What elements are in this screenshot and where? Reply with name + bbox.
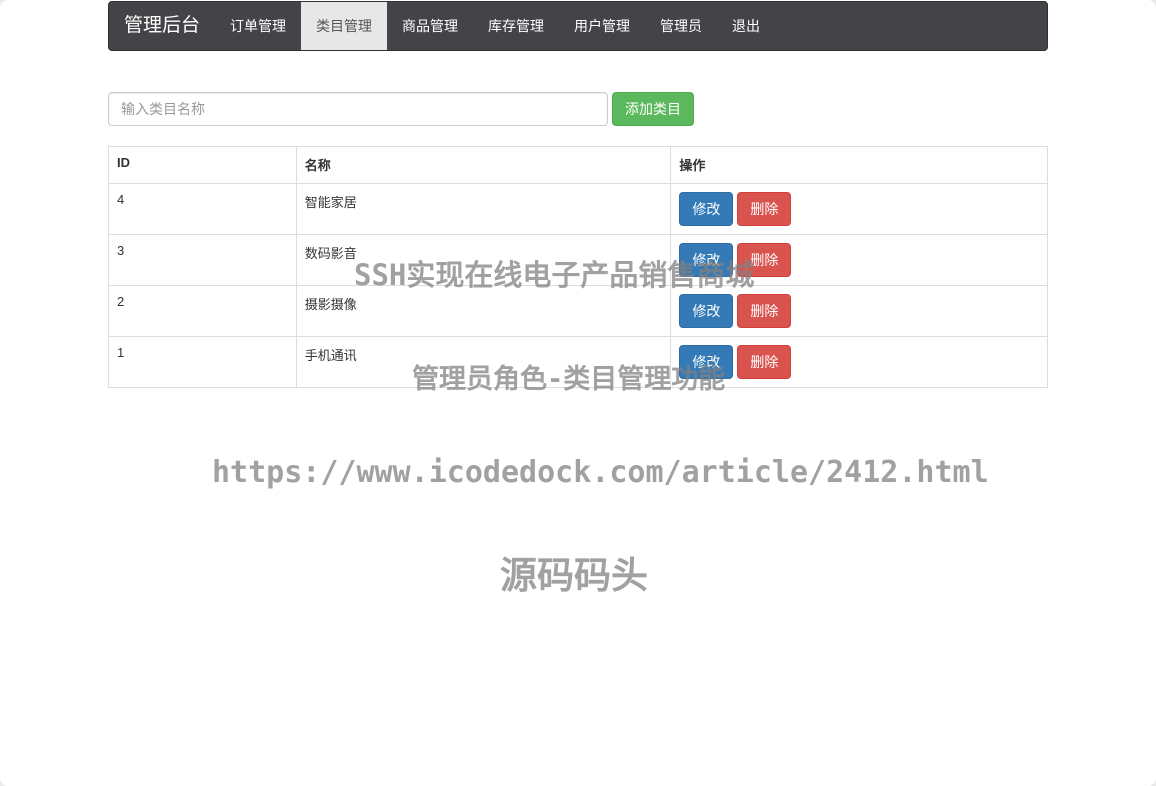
add-category-button[interactable]: 添加类目 <box>612 92 694 126</box>
add-category-form: 添加类目 <box>108 92 694 126</box>
nav-item-inventory[interactable]: 库存管理 <box>473 2 559 50</box>
edit-button[interactable]: 修改 <box>679 192 733 226</box>
table-row: 1 手机通讯 修改删除 <box>109 337 1048 388</box>
table-header-row: ID 名称 操作 <box>109 147 1048 184</box>
nav-item-admins[interactable]: 管理员 <box>645 2 717 50</box>
nav-item-orders[interactable]: 订单管理 <box>215 2 301 50</box>
cell-name: 手机通讯 <box>296 337 671 388</box>
cell-id: 2 <box>109 286 297 337</box>
delete-button[interactable]: 删除 <box>737 294 791 328</box>
top-navbar: 管理后台 订单管理 类目管理 商品管理 库存管理 用户管理 管理员 退出 <box>108 1 1048 51</box>
page: 管理后台 订单管理 类目管理 商品管理 库存管理 用户管理 管理员 退出 添加类… <box>0 0 1156 786</box>
cell-name: 摄影摄像 <box>296 286 671 337</box>
watermark-brand: 源码码头 <box>500 545 648 599</box>
nav-item-logout[interactable]: 退出 <box>717 2 775 50</box>
delete-button[interactable]: 删除 <box>737 192 791 226</box>
edit-button[interactable]: 修改 <box>679 345 733 379</box>
nav-item-users[interactable]: 用户管理 <box>559 2 645 50</box>
header-ops: 操作 <box>671 147 1048 184</box>
watermark-url: https://www.icodedock.com/article/2412.h… <box>212 455 989 490</box>
header-name: 名称 <box>296 147 671 184</box>
table-row: 2 摄影摄像 修改删除 <box>109 286 1048 337</box>
cell-id: 3 <box>109 235 297 286</box>
category-name-input[interactable] <box>108 92 608 126</box>
cell-id: 4 <box>109 184 297 235</box>
navbar-brand[interactable]: 管理后台 <box>109 2 215 50</box>
cell-ops: 修改删除 <box>671 184 1048 235</box>
table-row: 4 智能家居 修改删除 <box>109 184 1048 235</box>
edit-button[interactable]: 修改 <box>679 243 733 277</box>
cell-id: 1 <box>109 337 297 388</box>
delete-button[interactable]: 删除 <box>737 243 791 277</box>
table-row: 3 数码影音 修改删除 <box>109 235 1048 286</box>
category-table: ID 名称 操作 4 智能家居 修改删除 3 数码影音 修改删除 2 <box>108 146 1048 388</box>
delete-button[interactable]: 删除 <box>737 345 791 379</box>
nav-item-products[interactable]: 商品管理 <box>387 2 473 50</box>
cell-name: 智能家居 <box>296 184 671 235</box>
header-id: ID <box>109 147 297 184</box>
cell-name: 数码影音 <box>296 235 671 286</box>
cell-ops: 修改删除 <box>671 286 1048 337</box>
cell-ops: 修改删除 <box>671 235 1048 286</box>
edit-button[interactable]: 修改 <box>679 294 733 328</box>
nav-item-categories[interactable]: 类目管理 <box>301 2 387 50</box>
cell-ops: 修改删除 <box>671 337 1048 388</box>
